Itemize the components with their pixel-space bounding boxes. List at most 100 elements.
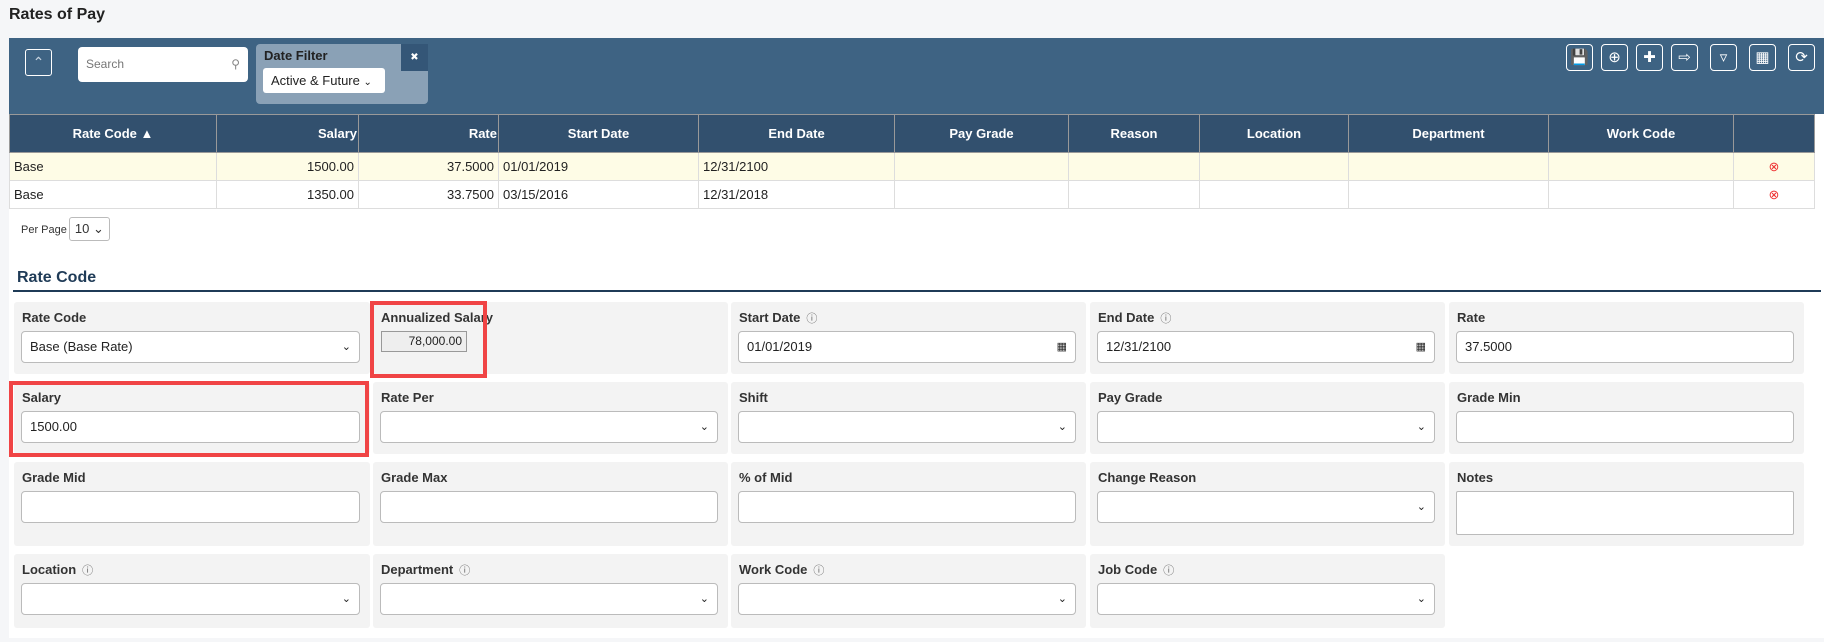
department-select[interactable]: ⌄ xyxy=(380,583,718,615)
search-placeholder: Search xyxy=(86,57,125,71)
add-layer-icon[interactable]: ✚ xyxy=(1636,44,1663,71)
label: End Date ⓘ xyxy=(1098,310,1171,326)
chevron-down-icon: ⌄ xyxy=(1057,421,1067,433)
col-reason[interactable]: Reason xyxy=(1068,114,1200,153)
info-icon[interactable]: ⓘ xyxy=(806,313,817,325)
field-job-code: Job Code ⓘ ⌄ xyxy=(1090,554,1445,628)
col-rate[interactable]: Rate xyxy=(358,114,499,153)
field-grade-min: Grade Min xyxy=(1449,382,1804,454)
date-filter-select[interactable]: Active & Future ⌄ xyxy=(263,68,385,93)
filter-icon[interactable]: ▿ xyxy=(1710,44,1737,71)
job-code-select[interactable]: ⌄ xyxy=(1097,583,1435,615)
col-pay-grade[interactable]: Pay Grade xyxy=(894,114,1069,153)
cell-department xyxy=(1348,152,1549,181)
per-page: Per Page 10 ⌄ xyxy=(21,217,110,241)
location-select[interactable]: ⌄ xyxy=(21,583,360,615)
cell-reason xyxy=(1068,152,1200,181)
per-page-select[interactable]: 10 ⌄ xyxy=(68,217,110,241)
pay-grade-select[interactable]: ⌄ xyxy=(1097,411,1435,443)
field-rate: Rate 37.5000 xyxy=(1449,302,1804,374)
cell-start-date: 03/15/2016 xyxy=(498,180,699,209)
field-grade-max: Grade Max xyxy=(373,462,728,546)
change-reason-select[interactable]: ⌄ xyxy=(1097,491,1435,523)
rates-panel: ⌃ Search ⚲ Date Filter Active & Future ⌄ … xyxy=(9,38,1824,638)
field-rate-per: Rate Per ⌄ xyxy=(373,382,728,454)
cell-rate-code: Base xyxy=(9,152,217,181)
label: Rate Per xyxy=(381,390,434,405)
clear-filter-button[interactable]: ✖ xyxy=(401,44,428,71)
add-icon[interactable]: ⊕ xyxy=(1601,44,1628,71)
rate-input[interactable]: 37.5000 xyxy=(1456,331,1794,363)
label: Notes xyxy=(1457,470,1494,485)
col-start-date[interactable]: Start Date xyxy=(498,114,699,153)
grid-icon[interactable]: ▦ xyxy=(1749,44,1776,71)
col-rate-code[interactable]: Rate Code ▲ xyxy=(9,114,217,153)
col-department[interactable]: Department xyxy=(1348,114,1549,153)
col-salary[interactable]: Salary xyxy=(216,114,359,153)
grade-max-input[interactable] xyxy=(380,491,718,523)
info-icon[interactable]: ⓘ xyxy=(1160,313,1171,325)
grade-min-input[interactable] xyxy=(1456,411,1794,443)
table-row[interactable]: Base 1500.00 37.5000 01/01/2019 12/31/21… xyxy=(9,152,1815,181)
calendar-icon[interactable]: ▦ xyxy=(1057,332,1067,362)
search-input[interactable]: Search ⚲ xyxy=(78,47,248,82)
label-text: Location xyxy=(22,562,77,577)
cell-location xyxy=(1199,152,1349,181)
chevron-down-icon: ⌄ xyxy=(1416,593,1426,605)
cell-pay-grade xyxy=(894,180,1069,209)
field-change-reason: Change Reason ⌄ xyxy=(1090,462,1445,546)
rate-code-select[interactable]: Base (Base Rate) ⌄ xyxy=(21,331,360,363)
delete-icon[interactable]: ⊗ xyxy=(1733,152,1815,181)
search-icon: ⚲ xyxy=(231,57,240,71)
table-header: Rate Code ▲ Salary Rate Start Date End D… xyxy=(9,114,1815,153)
info-icon[interactable]: ⓘ xyxy=(1163,565,1174,577)
chevron-down-icon: ⌄ xyxy=(699,421,709,433)
field-pct-mid: % of Mid xyxy=(731,462,1086,546)
date-filter: Date Filter Active & Future ⌄ ✖ xyxy=(256,44,428,104)
chevron-down-icon: ⌄ xyxy=(699,593,709,605)
field-grade-mid: Grade Mid xyxy=(14,462,370,546)
label: Grade Max xyxy=(381,470,448,485)
info-icon[interactable]: ⓘ xyxy=(813,565,824,577)
rate-per-select[interactable]: ⌄ xyxy=(380,411,718,443)
cell-location xyxy=(1199,180,1349,209)
calendar-icon[interactable]: ▦ xyxy=(1416,332,1426,362)
date-filter-value: Active & Future xyxy=(271,73,360,88)
label: Grade Min xyxy=(1457,390,1521,405)
start-date-input[interactable]: 01/01/2019 ▦ xyxy=(738,331,1076,363)
delete-icon[interactable]: ⊗ xyxy=(1733,180,1815,209)
collapse-button[interactable]: ⌃ xyxy=(25,49,52,76)
label: Job Code ⓘ xyxy=(1098,562,1174,578)
export-icon[interactable]: ⇨ xyxy=(1671,44,1698,71)
save-icon[interactable]: 💾 xyxy=(1566,44,1593,71)
chevron-down-icon: ⌄ xyxy=(341,593,351,605)
shift-select[interactable]: ⌄ xyxy=(738,411,1076,443)
cell-rate: 33.7500 xyxy=(358,180,499,209)
chevron-down-icon: ⌄ xyxy=(1057,593,1067,605)
page-title: Rates of Pay xyxy=(9,6,106,23)
per-page-value: 10 xyxy=(74,221,90,236)
info-icon[interactable]: ⓘ xyxy=(459,565,470,577)
col-location[interactable]: Location xyxy=(1199,114,1349,153)
pct-mid-input[interactable] xyxy=(738,491,1076,523)
work-code-select[interactable]: ⌄ xyxy=(738,583,1076,615)
cell-rate-code: Base xyxy=(9,180,217,209)
col-end-date[interactable]: End Date xyxy=(698,114,895,153)
end-date-input[interactable]: 12/31/2100 ▦ xyxy=(1097,331,1435,363)
col-actions xyxy=(1733,114,1815,153)
notes-textarea[interactable] xyxy=(1456,491,1794,535)
field-pay-grade: Pay Grade ⌄ xyxy=(1090,382,1445,454)
info-icon[interactable]: ⓘ xyxy=(82,565,93,577)
col-work-code[interactable]: Work Code xyxy=(1548,114,1734,153)
value: 12/31/2100 xyxy=(1106,339,1172,354)
grade-mid-input[interactable] xyxy=(21,491,360,523)
refresh-icon[interactable]: ⟳ xyxy=(1788,44,1815,71)
field-end-date: End Date ⓘ 12/31/2100 ▦ xyxy=(1090,302,1445,374)
field-shift: Shift ⌄ xyxy=(731,382,1086,454)
cell-department xyxy=(1348,180,1549,209)
per-page-label: Per Page xyxy=(21,224,67,236)
table-row[interactable]: Base 1350.00 33.7500 03/15/2016 12/31/20… xyxy=(9,180,1815,209)
label-text: End Date xyxy=(1098,310,1155,325)
highlight-annualized-salary xyxy=(370,301,487,378)
cell-end-date: 12/31/2018 xyxy=(698,180,895,209)
